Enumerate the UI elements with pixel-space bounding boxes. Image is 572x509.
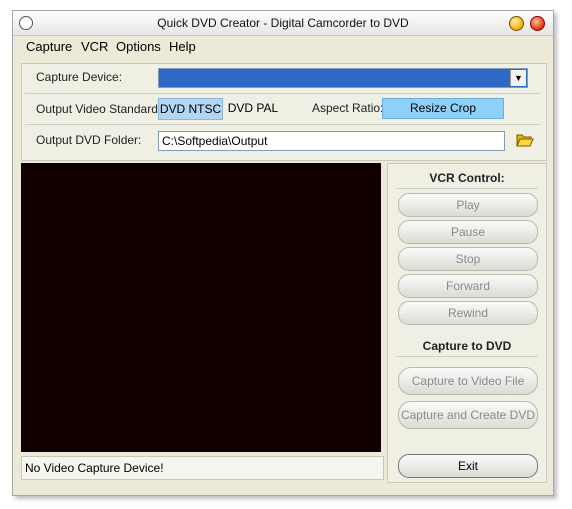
divider <box>396 188 538 189</box>
folder-open-icon[interactable] <box>516 132 534 148</box>
standard-pal-option[interactable]: DVD PAL <box>225 98 281 118</box>
video-preview <box>21 163 381 452</box>
app-window: Quick DVD Creator - Digital Camcorder to… <box>12 10 554 496</box>
output-folder-input[interactable]: C:\Softpedia\Output <box>158 131 505 151</box>
play-button[interactable]: Play <box>398 193 538 217</box>
standard-ntsc-option[interactable]: DVD NTSC <box>158 98 223 120</box>
output-folder-label: Output DVD Folder: <box>36 133 142 147</box>
divider <box>25 124 541 125</box>
window-title: Quick DVD Creator - Digital Camcorder to… <box>157 16 409 30</box>
divider <box>396 356 538 357</box>
capture-create-dvd-button[interactable]: Capture and Create DVD <box>398 401 538 429</box>
menu-bar: Capture VCR Options Help <box>13 36 553 56</box>
pause-button[interactable]: Pause <box>398 220 538 244</box>
menu-help[interactable]: Help <box>169 39 196 54</box>
chevron-down-icon[interactable]: ▼ <box>510 70 526 86</box>
control-panel: VCR Control: Play Pause Stop Forward Rew… <box>387 163 547 483</box>
output-standard-label: Output Video Standard: <box>36 102 162 116</box>
stop-button[interactable]: Stop <box>398 247 538 271</box>
minimize-icon[interactable] <box>509 16 524 31</box>
rewind-button[interactable]: Rewind <box>398 301 538 325</box>
capture-to-dvd-heading: Capture to DVD <box>422 339 512 353</box>
divider <box>25 93 541 94</box>
capture-to-file-button[interactable]: Capture to Video File <box>398 367 538 395</box>
status-bar: No Video Capture Device! <box>21 456 384 480</box>
forward-button[interactable]: Forward <box>398 274 538 298</box>
aspect-ratio-button[interactable]: Resize Crop <box>382 98 504 119</box>
menu-vcr[interactable]: VCR <box>81 39 108 54</box>
capture-device-select[interactable]: ▼ <box>158 68 528 88</box>
menu-capture[interactable]: Capture <box>26 39 72 54</box>
capture-device-label: Capture Device: <box>36 70 123 84</box>
title-bar[interactable]: Quick DVD Creator - Digital Camcorder to… <box>13 11 553 36</box>
menu-options[interactable]: Options <box>116 39 161 54</box>
exit-button[interactable]: Exit <box>398 454 538 478</box>
close-icon[interactable] <box>530 16 545 31</box>
aspect-ratio-label: Aspect Ratio: <box>312 101 384 115</box>
vcr-control-heading: VCR Control: <box>429 171 505 185</box>
